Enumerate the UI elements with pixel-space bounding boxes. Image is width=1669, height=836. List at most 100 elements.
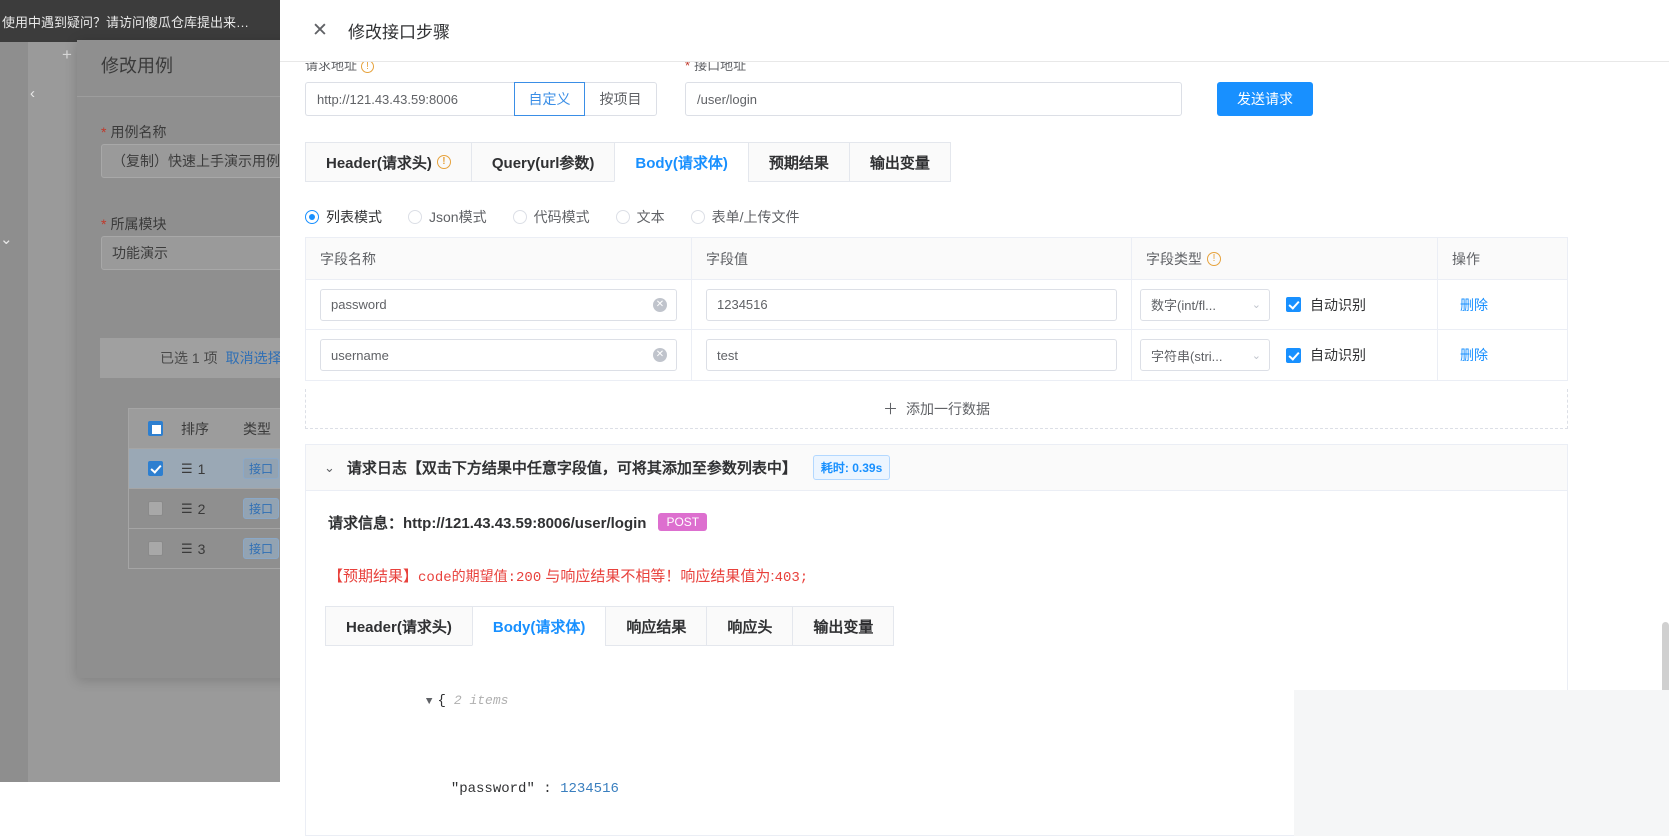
actions-cell: 删除 xyxy=(1438,280,1565,329)
auto-detect-label: 自动识别 xyxy=(1310,295,1366,315)
request-log-header[interactable]: ⌄ 请求日志【双击下方结果中任意字段值，可将其添加至参数列表中】 耗时: 0.3… xyxy=(306,445,1567,491)
resp-tab-body[interactable]: Body(请求体) xyxy=(472,606,607,646)
module-value: 功能演示 xyxy=(112,243,168,263)
error-middle: 与响应结果不相等！响应结果值为: xyxy=(545,568,774,585)
elapsed-badge: 耗时: 0.39s xyxy=(813,455,890,480)
field-type-cell: 数字(int/fl...⌄ 自动识别 xyxy=(1132,280,1438,329)
tab-query[interactable]: Query(url参数) xyxy=(471,142,616,182)
page-background-block xyxy=(1294,690,1669,836)
send-request-button[interactable]: 发送请求 xyxy=(1217,82,1313,116)
field-type-select[interactable]: 数字(int/fl...⌄ xyxy=(1140,289,1270,321)
row-checkbox-cell[interactable] xyxy=(129,461,181,476)
field-type-cell: 字符串(stri...⌄ 自动识别 xyxy=(1132,330,1438,380)
delete-row-link[interactable]: 删除 xyxy=(1460,295,1488,315)
resp-tab-header[interactable]: Header(请求头) xyxy=(325,606,473,646)
field-name-input[interactable]: password ✕ xyxy=(320,289,677,321)
collapse-triangle-icon[interactable]: ▼ xyxy=(426,696,433,708)
json-key: "password" xyxy=(451,781,535,797)
field-name-cell: username ✕ xyxy=(306,330,692,380)
field-name-input[interactable]: username ✕ xyxy=(320,339,677,371)
url-mode-project-button[interactable]: 按项目 xyxy=(584,82,657,116)
field-value-input[interactable]: 1234516 xyxy=(706,289,1117,321)
drag-handle-icon[interactable]: ☰ xyxy=(181,501,192,517)
tab-body[interactable]: Body(请求体) xyxy=(614,142,749,182)
radio-list-mode[interactable]: 列表模式 xyxy=(305,207,382,227)
param-table: 字段名称 字段值 字段类型! 操作 password ✕ xyxy=(305,237,1568,381)
field-value-input[interactable]: test xyxy=(706,339,1117,371)
field-value-cell: 1234516 xyxy=(692,280,1132,329)
radio-dot xyxy=(616,210,630,224)
resp-tab-response-header[interactable]: 响应头 xyxy=(706,606,793,646)
auto-detect-label: 自动识别 xyxy=(1310,345,1366,365)
col-order: 排序 xyxy=(181,419,243,439)
radio-json-mode[interactable]: Json模式 xyxy=(408,207,487,227)
modal-title: 修改接口步骤 xyxy=(348,18,450,43)
request-log-title: 请求日志【双击下方结果中任意字段值，可将其添加至参数列表中】 xyxy=(347,457,797,478)
warning-circle-icon: ! xyxy=(437,155,451,169)
api-path-value: /user/login xyxy=(697,92,757,107)
radio-form-upload-mode[interactable]: 表单/上传文件 xyxy=(691,207,800,227)
clear-selection-link[interactable]: 取消选择 xyxy=(226,348,282,368)
close-icon[interactable]: ✕ xyxy=(308,19,332,43)
case-name-value: （复制）快速上手演示用例 xyxy=(112,151,280,171)
row-checkbox-cell[interactable] xyxy=(129,501,181,516)
row-checkbox[interactable] xyxy=(148,461,163,476)
json-root-line[interactable]: ▼{2 items xyxy=(325,657,619,746)
tab-output-variables[interactable]: 输出变量 xyxy=(849,142,951,182)
drag-handle-icon[interactable]: ☰ xyxy=(181,541,192,557)
json-value[interactable]: 1234516 xyxy=(560,781,619,797)
request-url-input[interactable]: http://121.43.43.59:8006 xyxy=(305,82,514,116)
radio-dot xyxy=(305,210,319,224)
select-all-checkbox[interactable] xyxy=(148,421,163,436)
add-row-button[interactable]: ＋ 添加一行数据 xyxy=(305,389,1568,429)
resp-tab-output-vars[interactable]: 输出变量 xyxy=(792,606,894,646)
error-actual: 403; xyxy=(775,570,809,586)
row-checkbox[interactable] xyxy=(148,501,163,516)
tab-expected-result[interactable]: 预期结果 xyxy=(748,142,850,182)
row-checkbox-cell[interactable] xyxy=(129,541,181,556)
row-order: ☰1 xyxy=(181,461,243,477)
chevron-down-icon[interactable]: ⌄ xyxy=(324,460,335,476)
radio-dot xyxy=(691,210,705,224)
clear-icon[interactable]: ✕ xyxy=(653,348,667,362)
actions-cell: 删除 xyxy=(1438,330,1565,380)
json-separator: : xyxy=(535,781,560,797)
select-all-cell[interactable] xyxy=(129,421,181,436)
expand-tree-icon[interactable]: ⌄ xyxy=(0,230,13,248)
url-mode-custom-button[interactable]: 自定义 xyxy=(514,82,585,116)
radio-code-mode[interactable]: 代码模式 xyxy=(513,207,590,227)
clear-icon[interactable]: ✕ xyxy=(653,298,667,312)
tab-header[interactable]: Header(请求头)! xyxy=(305,142,472,182)
drag-handle-icon[interactable]: ☰ xyxy=(181,461,192,477)
auto-detect-checkbox[interactable] xyxy=(1286,348,1301,363)
request-tabs: Header(请求头)! Query(url参数) Body(请求体) 预期结果… xyxy=(305,142,950,182)
col-actions: 操作 xyxy=(1438,238,1565,279)
response-json-viewer: ▼{2 items "password" : 1234516 "username… xyxy=(325,657,619,836)
required-mark: * xyxy=(101,216,106,232)
collapse-left-icon[interactable]: ‹ xyxy=(30,85,35,102)
chevron-down-icon: ⌄ xyxy=(1252,298,1261,311)
response-tabs: Header(请求头) Body(请求体) 响应结果 响应头 输出变量 xyxy=(325,606,893,646)
radio-dot xyxy=(513,210,527,224)
selection-count: 已选 1 项 xyxy=(160,348,218,368)
api-path-label: *接口地址 xyxy=(685,62,746,74)
auto-detect-checkbox[interactable] xyxy=(1286,297,1301,312)
plus-icon: ＋ xyxy=(883,398,898,419)
row-checkbox[interactable] xyxy=(148,541,163,556)
json-line[interactable]: "password" : 1234516 xyxy=(325,746,619,833)
request-url-value: http://121.43.43.59:8006 xyxy=(317,92,458,107)
field-type-select[interactable]: 字符串(stri...⌄ xyxy=(1140,339,1270,371)
warning-circle-icon: ! xyxy=(361,62,374,73)
edit-case-dialog-title: 修改用例 xyxy=(101,52,173,78)
field-name-cell: password ✕ xyxy=(306,280,692,329)
json-open-brace: { xyxy=(437,693,445,709)
add-icon[interactable]: + xyxy=(62,45,72,65)
row-order: ☰2 xyxy=(181,501,243,517)
expected-result-error: 【预期结果】code的期望值:200 与响应结果不相等！响应结果值为:403; xyxy=(328,565,808,586)
request-info-label: 请求信息： xyxy=(328,515,403,532)
body-mode-radio-group: 列表模式 Json模式 代码模式 文本 表单/上传文件 xyxy=(305,207,825,227)
delete-row-link[interactable]: 删除 xyxy=(1460,345,1488,365)
api-path-input[interactable]: /user/login xyxy=(685,82,1182,116)
radio-text-mode[interactable]: 文本 xyxy=(616,207,665,227)
resp-tab-result[interactable]: 响应结果 xyxy=(605,606,707,646)
